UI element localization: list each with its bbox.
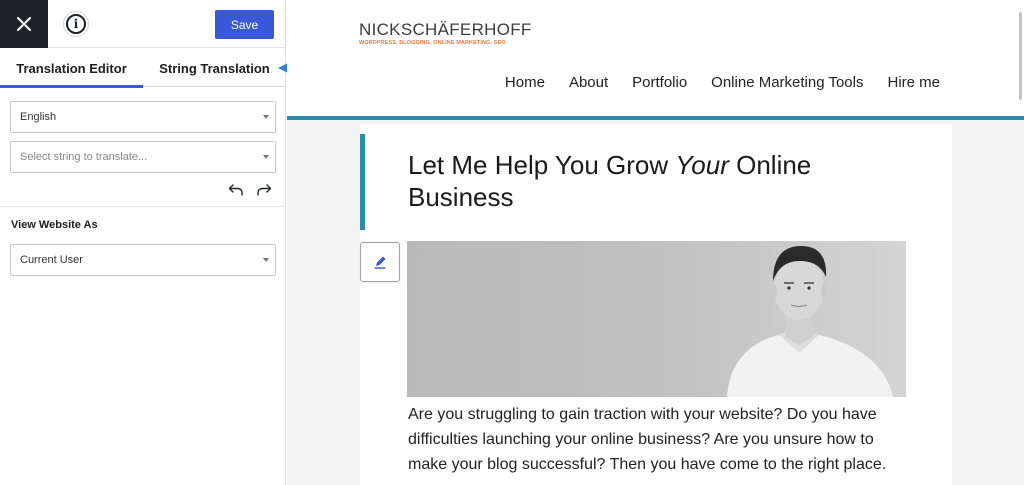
- divider: [0, 206, 286, 207]
- close-button[interactable]: [0, 0, 48, 48]
- language-select-value: English: [20, 111, 57, 123]
- page-content: Let Me Help You Grow Your Online Busines…: [360, 124, 952, 485]
- header-divider: [287, 116, 1024, 120]
- nav-about[interactable]: About: [569, 74, 608, 91]
- redo-button[interactable]: [255, 182, 273, 198]
- scrollbar[interactable]: [1019, 12, 1022, 100]
- chevron-down-icon: [263, 258, 269, 262]
- close-icon: [17, 17, 31, 31]
- nav-portfolio[interactable]: Portfolio: [632, 74, 687, 91]
- view-as-select-value: Current User: [20, 254, 83, 266]
- pencil-icon: [374, 256, 386, 269]
- site-logo[interactable]: NICKSCHÄFERHOFF: [359, 20, 532, 40]
- string-select[interactable]: Select string to translate...: [10, 141, 276, 173]
- info-icon: i: [66, 14, 86, 34]
- site-header: NICKSCHÄFERHOFF WORDPRESS, BLOGGING, ONL…: [287, 0, 1024, 116]
- tab-string-translation[interactable]: String Translation: [143, 49, 286, 87]
- website-preview: NICKSCHÄFERHOFF WORDPRESS, BLOGGING, ONL…: [287, 0, 1024, 485]
- language-select[interactable]: English: [10, 101, 276, 133]
- nav-hire-me[interactable]: Hire me: [887, 74, 940, 91]
- site-logo-tagline: WORDPRESS, BLOGGING, ONLINE MARKETING, S…: [359, 40, 506, 46]
- view-website-as-title: View Website As: [11, 219, 98, 231]
- person-portrait: [727, 246, 893, 397]
- undo-button[interactable]: [227, 182, 245, 198]
- nav-online-marketing-tools[interactable]: Online Marketing Tools: [711, 74, 863, 91]
- string-select-placeholder: Select string to translate...: [20, 151, 148, 163]
- edit-button[interactable]: [360, 242, 400, 282]
- nav-home[interactable]: Home: [505, 74, 545, 91]
- site-nav: Home About Portfolio Online Marketing To…: [505, 74, 940, 91]
- tab-translation-editor[interactable]: Translation Editor: [0, 49, 143, 88]
- save-button[interactable]: Save: [215, 10, 274, 39]
- heading-accent-bar: [360, 134, 365, 230]
- view-as-select[interactable]: Current User: [10, 244, 276, 276]
- page-title: Let Me Help You Grow Your Online Busines…: [408, 150, 812, 212]
- intro-paragraph: Are you struggling to gain traction with…: [408, 406, 887, 473]
- info-button[interactable]: i: [63, 11, 89, 37]
- hero-image: [407, 241, 906, 397]
- chevron-down-icon: [263, 115, 269, 119]
- undo-icon: [228, 184, 243, 196]
- redo-icon: [257, 184, 272, 196]
- editor-tabs: Translation Editor String Translation: [0, 49, 286, 88]
- translation-editor-panel: i Save Translation Editor String Transla…: [0, 0, 286, 485]
- editor-topbar: i Save: [0, 0, 286, 48]
- chevron-down-icon: [263, 155, 269, 159]
